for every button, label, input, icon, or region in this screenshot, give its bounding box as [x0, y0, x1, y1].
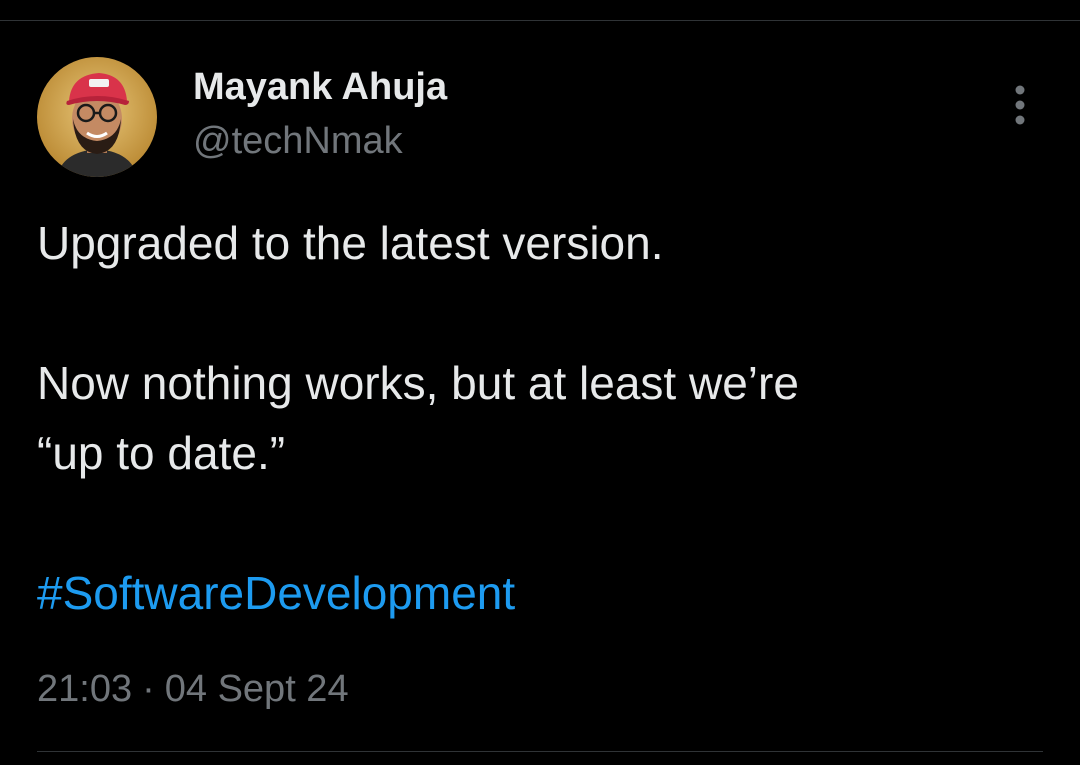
author-name[interactable]: Mayank Ahuja [193, 64, 447, 110]
tweet-text: Upgraded to the latest version. Now noth… [37, 208, 1047, 628]
hashtag-link[interactable]: #SoftwareDevelopment [37, 558, 1047, 628]
meta-separator: · [142, 668, 155, 710]
bottom-divider [37, 751, 1043, 752]
top-divider [0, 20, 1080, 21]
more-vertical-icon [1015, 85, 1025, 125]
user-avatar-icon [37, 57, 157, 177]
tweet-line-2: Now nothing works, but at least we’re [37, 357, 799, 409]
tweet-time: 21:03 [37, 668, 133, 710]
tweet-timestamp[interactable]: 21:03 · 04 Sept 24 [37, 664, 349, 714]
avatar[interactable] [37, 57, 157, 177]
tweet-date: 04 Sept 24 [164, 668, 349, 710]
tweet-line-1: Upgraded to the latest version. [37, 217, 664, 269]
more-options-button[interactable] [1000, 82, 1040, 128]
author-handle[interactable]: @techNmak [193, 118, 403, 164]
tweet-line-3: “up to date.” [37, 427, 286, 479]
